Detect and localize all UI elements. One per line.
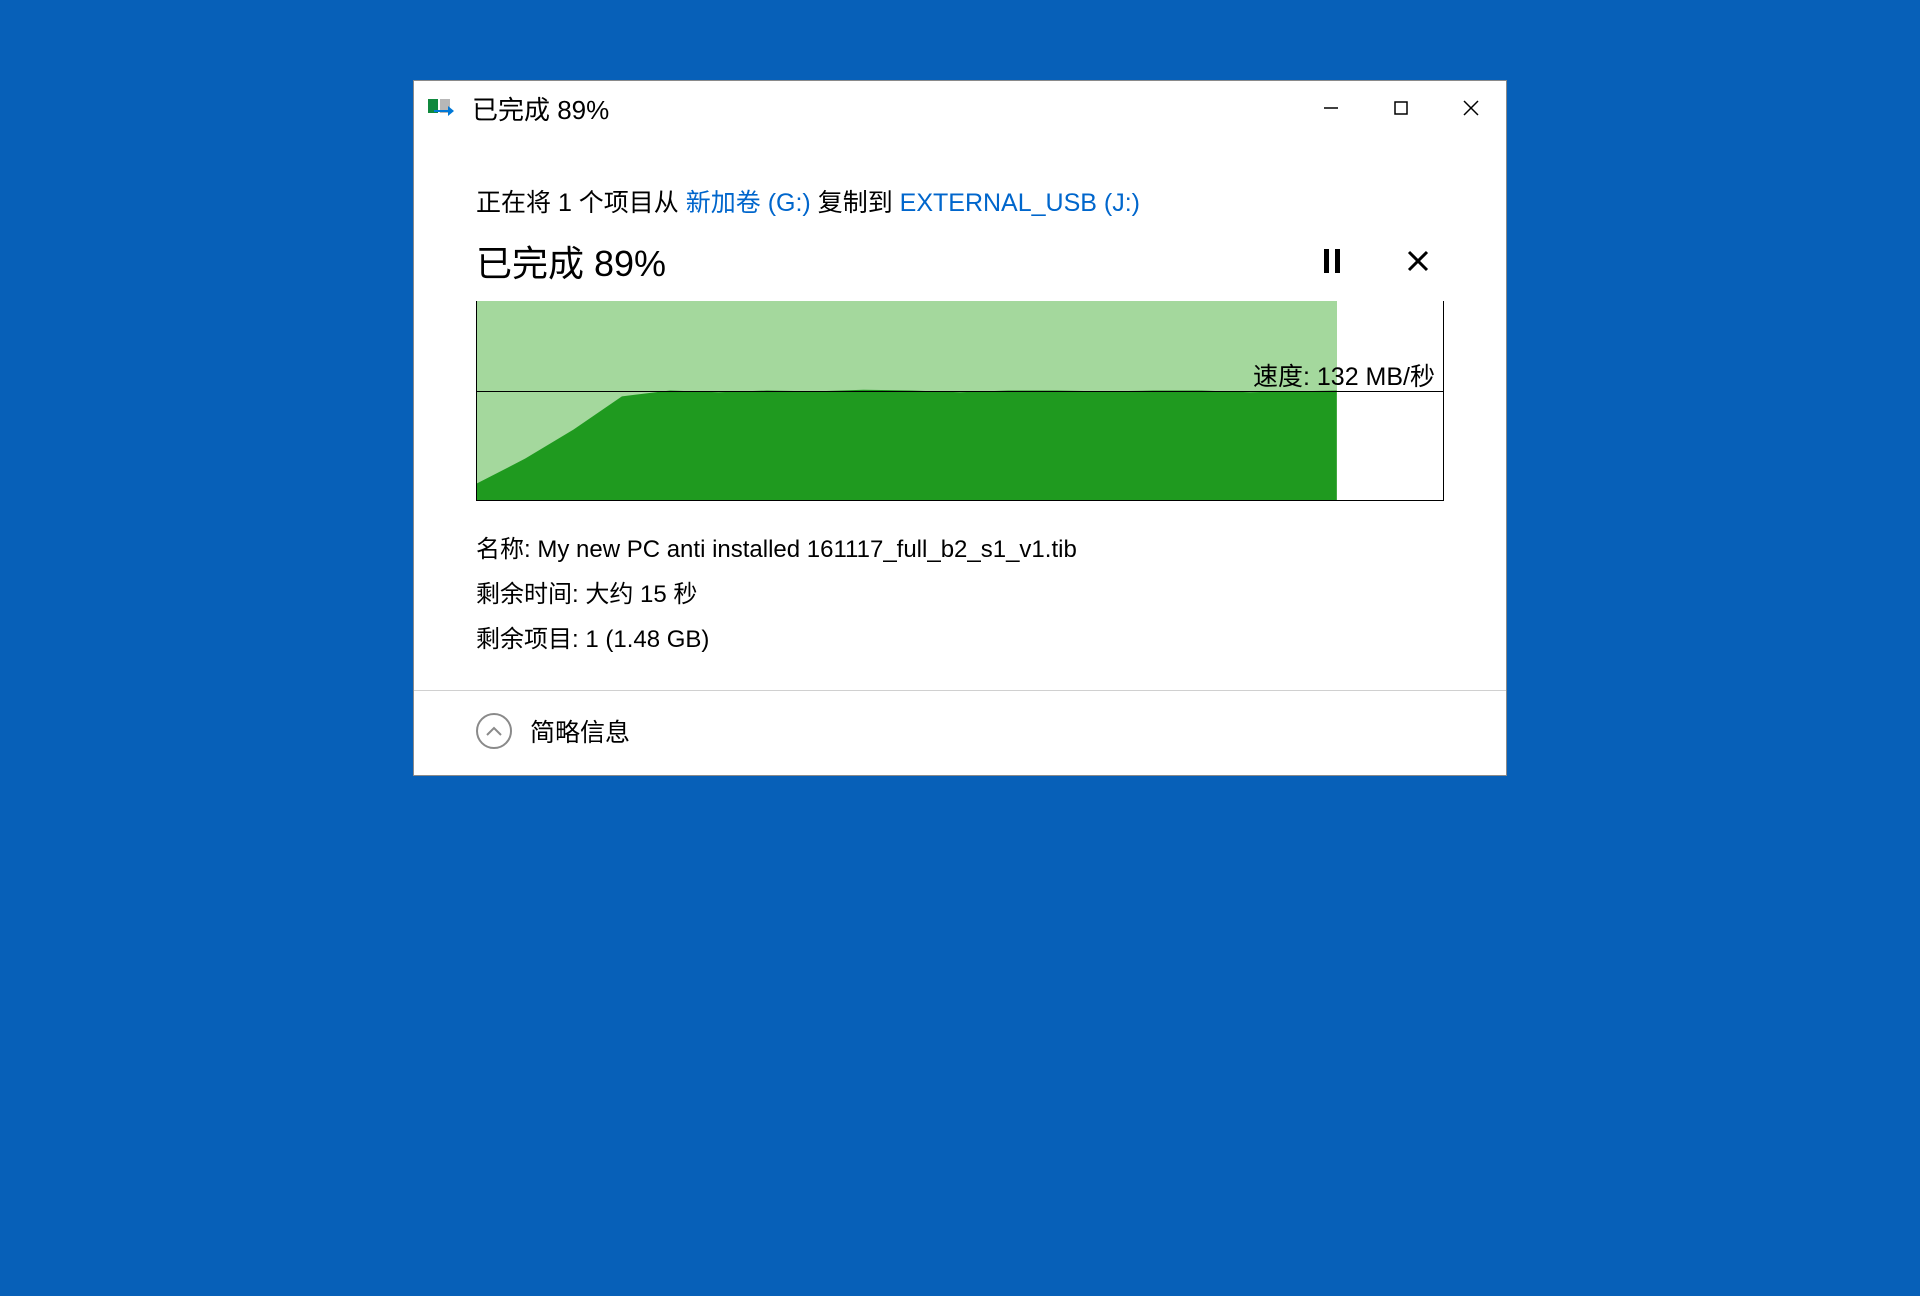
progress-label: 已完成 89% (476, 235, 666, 287)
toggle-details-button[interactable] (476, 713, 512, 749)
items-value: 1 (1.48 GB) (585, 626, 709, 653)
titlebar: 已完成 89% (414, 81, 1506, 135)
toggle-details-label[interactable]: 简略信息 (530, 713, 630, 749)
name-label: 名称: (476, 536, 537, 563)
detail-items-remaining: 剩余项目: 1 (1.48 GB) (476, 619, 1444, 654)
speed-label-value: 132 MB/秒 (1317, 363, 1435, 391)
footer: 简略信息 (414, 690, 1506, 775)
items-label: 剩余项目: (476, 626, 585, 653)
time-value: 大约 15 秒 (585, 581, 697, 608)
progress-controls (1314, 243, 1436, 279)
detail-time-remaining: 剩余时间: 大约 15 秒 (476, 574, 1444, 609)
speed-chart: 速度: 132 MB/秒 (476, 301, 1444, 501)
window-title: 已完成 89% (472, 90, 1296, 127)
copy-desc-mid: 复制到 (811, 189, 900, 217)
detail-name: 名称: My new PC anti installed 161117_full… (476, 529, 1444, 564)
name-value: My new PC anti installed 161117_full_b2_… (537, 536, 1076, 563)
speed-label-prefix: 速度: (1253, 363, 1317, 391)
dialog-content: 正在将 1 个项目从 新加卷 (G:) 复制到 EXTERNAL_USB (J:… (414, 135, 1506, 775)
progress-row: 已完成 89% (476, 235, 1444, 287)
copy-description: 正在将 1 个项目从 新加卷 (G:) 复制到 EXTERNAL_USB (J:… (476, 183, 1444, 219)
destination-link[interactable]: EXTERNAL_USB (J:) (900, 189, 1140, 217)
file-copy-dialog: 已完成 89% 正在将 1 个项目从 新加卷 (G:) 复制到 EXTERNAL… (413, 80, 1507, 776)
chart-speed-curve (477, 301, 1443, 500)
pause-button[interactable] (1314, 243, 1350, 279)
copy-progress-icon (428, 97, 458, 119)
close-button[interactable] (1436, 81, 1506, 135)
minimize-button[interactable] (1296, 81, 1366, 135)
speed-label: 速度: 132 MB/秒 (1253, 357, 1435, 393)
cancel-button[interactable] (1400, 243, 1436, 279)
source-link[interactable]: 新加卷 (G:) (686, 189, 811, 217)
copy-desc-prefix: 正在将 1 个项目从 (476, 189, 686, 217)
maximize-button[interactable] (1366, 81, 1436, 135)
time-label: 剩余时间: (476, 581, 585, 608)
